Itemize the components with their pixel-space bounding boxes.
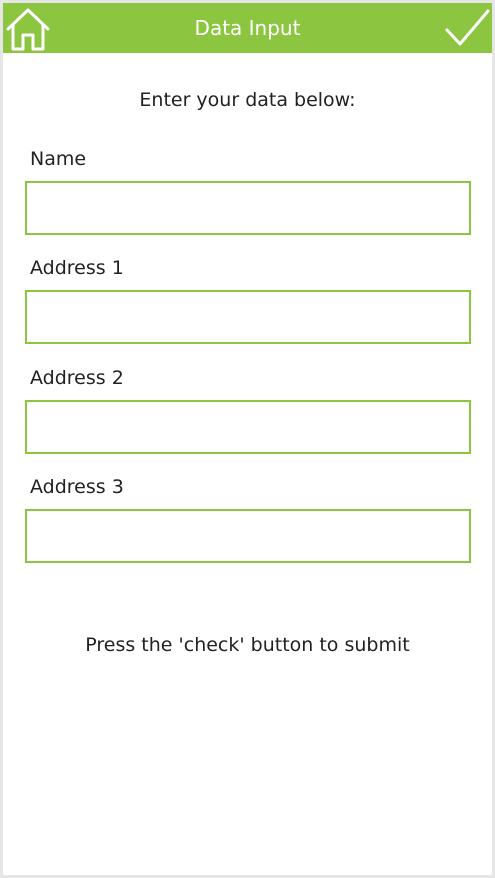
submit-hint-text: Press the 'check' button to submit (85, 634, 410, 656)
check-icon (445, 9, 490, 46)
name-input[interactable] (25, 181, 471, 235)
address-1-label: Address 1 (30, 257, 124, 279)
name-label: Name (30, 148, 87, 170)
page-title: Data Input (194, 16, 301, 40)
address-3-input[interactable] (25, 509, 471, 563)
address-2-input[interactable] (25, 400, 471, 454)
address-3-label: Address 3 (30, 476, 124, 498)
instructions-text: Enter your data below: (139, 89, 356, 111)
address-1-input[interactable] (25, 290, 471, 344)
address-2-label: Address 2 (30, 367, 124, 389)
submit-check-button[interactable] (443, 5, 491, 51)
data-input-screen: Data Input Enter your data below: Name A… (3, 3, 492, 875)
header-bar: Data Input (3, 3, 492, 53)
